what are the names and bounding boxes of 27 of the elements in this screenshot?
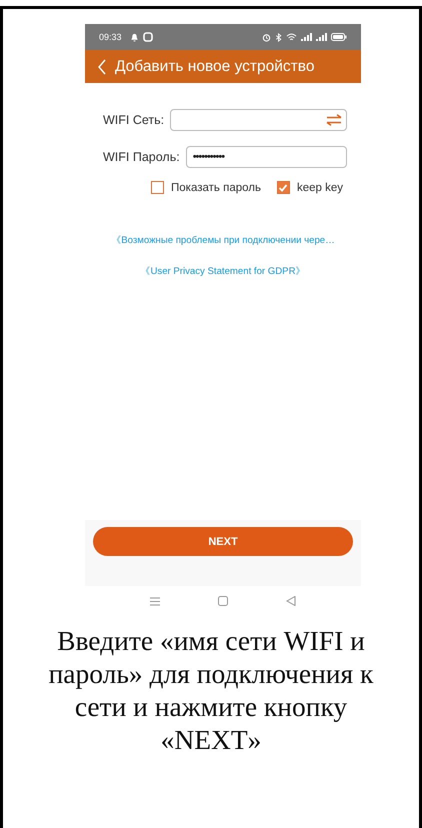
back-icon[interactable] (97, 58, 107, 74)
help-link[interactable]: 《Возможные проблемы при подключении чере… (111, 234, 335, 247)
swap-icon[interactable] (326, 114, 342, 126)
alarm-icon (262, 32, 271, 42)
menu-icon[interactable] (150, 596, 160, 606)
status-time: 09:33 (99, 32, 122, 42)
field-label: WIFI Пароль: (103, 150, 180, 164)
checkbox-label: Показать пароль (171, 182, 261, 194)
field-label: WIFI Сеть: (103, 113, 164, 127)
signal-icon (316, 33, 327, 41)
checkbox-label: keep key (296, 182, 343, 194)
battery-icon (331, 33, 347, 41)
wifi-icon (286, 32, 297, 42)
checkbox[interactable] (151, 181, 164, 194)
help-link[interactable]: 《User Privacy Statement for GDPR》 (140, 265, 306, 278)
password-field[interactable]: ••••••••••• (186, 146, 347, 168)
home-icon[interactable] (218, 596, 228, 606)
next-button[interactable]: NEXT (93, 527, 353, 556)
back-nav-icon[interactable] (286, 596, 296, 606)
caption-text: Введите «имя сети WIFI и пароль» для подключения к сети и нажмите кнопку «NEXT» (48, 624, 374, 756)
app-icon (142, 32, 153, 42)
bell-icon (130, 32, 139, 42)
network-field[interactable] (170, 109, 347, 131)
checkbox[interactable] (276, 181, 290, 194)
screen-title: Добавить новое устройство (115, 58, 314, 76)
signal-icon (301, 33, 312, 41)
bluetooth-icon (275, 32, 282, 42)
